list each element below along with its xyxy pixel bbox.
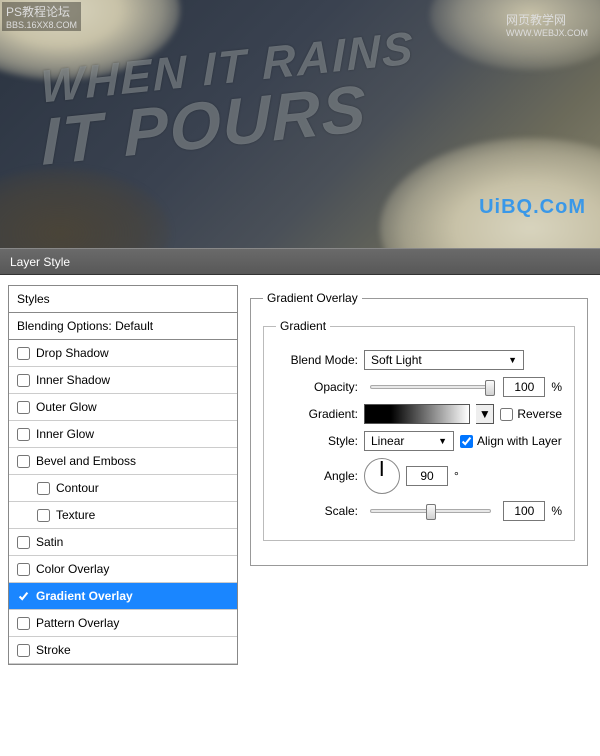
style-label: Gradient Overlay [36, 589, 133, 603]
reverse-label: Reverse [517, 407, 562, 421]
style-label: Texture [56, 508, 95, 522]
document-preview: WHEN IT RAINS IT POURS PS教程论坛 BBS.16XX8.… [0, 0, 600, 248]
angle-dial[interactable] [364, 458, 400, 494]
reverse-check-input[interactable] [500, 408, 513, 421]
opacity-input[interactable] [503, 377, 545, 397]
style-checkbox[interactable] [17, 401, 30, 414]
badge-text: 网页教学网 [506, 11, 588, 28]
align-with-layer-checkbox[interactable]: Align with Layer [460, 434, 562, 448]
style-row: Style: Linear ▼ Align with Layer [276, 431, 562, 451]
watermark: UiBQ.CoM [475, 195, 590, 220]
scale-unit: % [551, 504, 562, 518]
slider-thumb[interactable] [485, 380, 495, 396]
badge-text: PS教程论坛 [6, 3, 77, 20]
style-item-stroke[interactable]: Stroke [9, 637, 237, 664]
angle-row: Angle: ° [276, 458, 562, 494]
style-item-inner-glow[interactable]: Inner Glow [9, 421, 237, 448]
style-label: Pattern Overlay [36, 616, 119, 630]
align-label: Align with Layer [477, 434, 562, 448]
style-checkbox[interactable] [17, 563, 30, 576]
source-badge-left: PS教程论坛 BBS.16XX8.COM [2, 2, 81, 31]
style-item-texture[interactable]: Texture [9, 502, 237, 529]
reverse-checkbox[interactable]: Reverse [500, 407, 562, 421]
style-item-color-overlay[interactable]: Color Overlay [9, 556, 237, 583]
chevron-down-icon: ▼ [508, 355, 517, 365]
style-item-inner-shadow[interactable]: Inner Shadow [9, 367, 237, 394]
dialog-titlebar: Layer Style [0, 248, 600, 275]
style-label: Drop Shadow [36, 346, 109, 360]
blend-mode-value: Soft Light [371, 353, 422, 367]
style-label: Color Overlay [36, 562, 109, 576]
gradient-picker-dropdown[interactable]: ▼ [476, 404, 494, 424]
gradient-label: Gradient: [276, 407, 358, 421]
badge-subtext: WWW.WEBJX.COM [506, 28, 588, 38]
style-checkbox[interactable] [17, 428, 30, 441]
style-item-pattern-overlay[interactable]: Pattern Overlay [9, 610, 237, 637]
style-label: Inner Shadow [36, 373, 110, 387]
style-checkbox[interactable] [17, 455, 30, 468]
styles-list: Drop Shadow Inner Shadow Outer Glow Inner G… [9, 340, 237, 664]
opacity-slider[interactable] [370, 385, 491, 389]
style-checkbox[interactable] [17, 617, 30, 630]
scale-label: Scale: [276, 504, 358, 518]
gradient-row: Gradient: ▼ Reverse [276, 404, 562, 424]
style-checkbox[interactable] [17, 347, 30, 360]
angle-label: Angle: [276, 469, 358, 483]
chevron-down-icon: ▼ [438, 436, 447, 446]
opacity-label: Opacity: [276, 380, 358, 394]
style-checkbox[interactable] [17, 590, 30, 603]
scale-input[interactable] [503, 501, 545, 521]
style-label: Satin [36, 535, 63, 549]
style-checkbox[interactable] [17, 644, 30, 657]
slider-thumb[interactable] [426, 504, 436, 520]
dialog-title: Layer Style [10, 255, 70, 269]
angle-input[interactable] [406, 466, 448, 486]
style-label: Contour [56, 481, 99, 495]
cloud-decor [380, 138, 600, 248]
gradient-group: Gradient Blend Mode: Soft Light ▼ Opacit… [263, 319, 575, 541]
scale-row: Scale: % [276, 501, 562, 521]
gradient-overlay-panel: Gradient Overlay Gradient Blend Mode: So… [246, 285, 592, 665]
style-label: Stroke [36, 643, 71, 657]
style-item-satin[interactable]: Satin [9, 529, 237, 556]
style-label: Style: [276, 434, 358, 448]
style-item-bevel-and-emboss[interactable]: Bevel and Emboss [9, 448, 237, 475]
style-value: Linear [371, 434, 404, 448]
dialog-body: Styles Blending Options: Default Drop Sh… [0, 275, 600, 673]
blend-mode-dropdown[interactable]: Soft Light ▼ [364, 350, 524, 370]
style-label: Bevel and Emboss [36, 454, 136, 468]
opacity-row: Opacity: % [276, 377, 562, 397]
styles-header[interactable]: Styles [9, 286, 237, 313]
angle-hand-icon [381, 461, 383, 476]
source-badge-right: 网页教学网 WWW.WEBJX.COM [502, 10, 592, 39]
style-checkbox[interactable] [17, 536, 30, 549]
section-legend: Gradient Overlay [263, 291, 362, 305]
style-checkbox[interactable] [37, 509, 50, 522]
badge-subtext: BBS.16XX8.COM [6, 20, 77, 30]
align-check-input[interactable] [460, 435, 473, 448]
subsection-legend: Gradient [276, 319, 330, 333]
style-item-gradient-overlay[interactable]: Gradient Overlay [9, 583, 237, 610]
blending-options-row[interactable]: Blending Options: Default [9, 313, 237, 340]
style-label: Inner Glow [36, 427, 94, 441]
chevron-down-icon: ▼ [479, 407, 491, 421]
style-checkbox[interactable] [17, 374, 30, 387]
style-dropdown[interactable]: Linear ▼ [364, 431, 454, 451]
cloud-decor [0, 168, 170, 248]
style-label: Outer Glow [36, 400, 97, 414]
style-checkbox[interactable] [37, 482, 50, 495]
style-item-drop-shadow[interactable]: Drop Shadow [9, 340, 237, 367]
gradient-swatch[interactable] [364, 404, 470, 424]
styles-list-panel: Styles Blending Options: Default Drop Sh… [8, 285, 238, 665]
scale-slider[interactable] [370, 509, 491, 513]
gradient-overlay-fieldset: Gradient Overlay Gradient Blend Mode: So… [250, 291, 588, 566]
blend-mode-label: Blend Mode: [276, 353, 358, 367]
blend-mode-row: Blend Mode: Soft Light ▼ [276, 350, 562, 370]
angle-unit: ° [454, 469, 459, 483]
opacity-unit: % [551, 380, 562, 394]
style-item-outer-glow[interactable]: Outer Glow [9, 394, 237, 421]
style-item-contour[interactable]: Contour [9, 475, 237, 502]
